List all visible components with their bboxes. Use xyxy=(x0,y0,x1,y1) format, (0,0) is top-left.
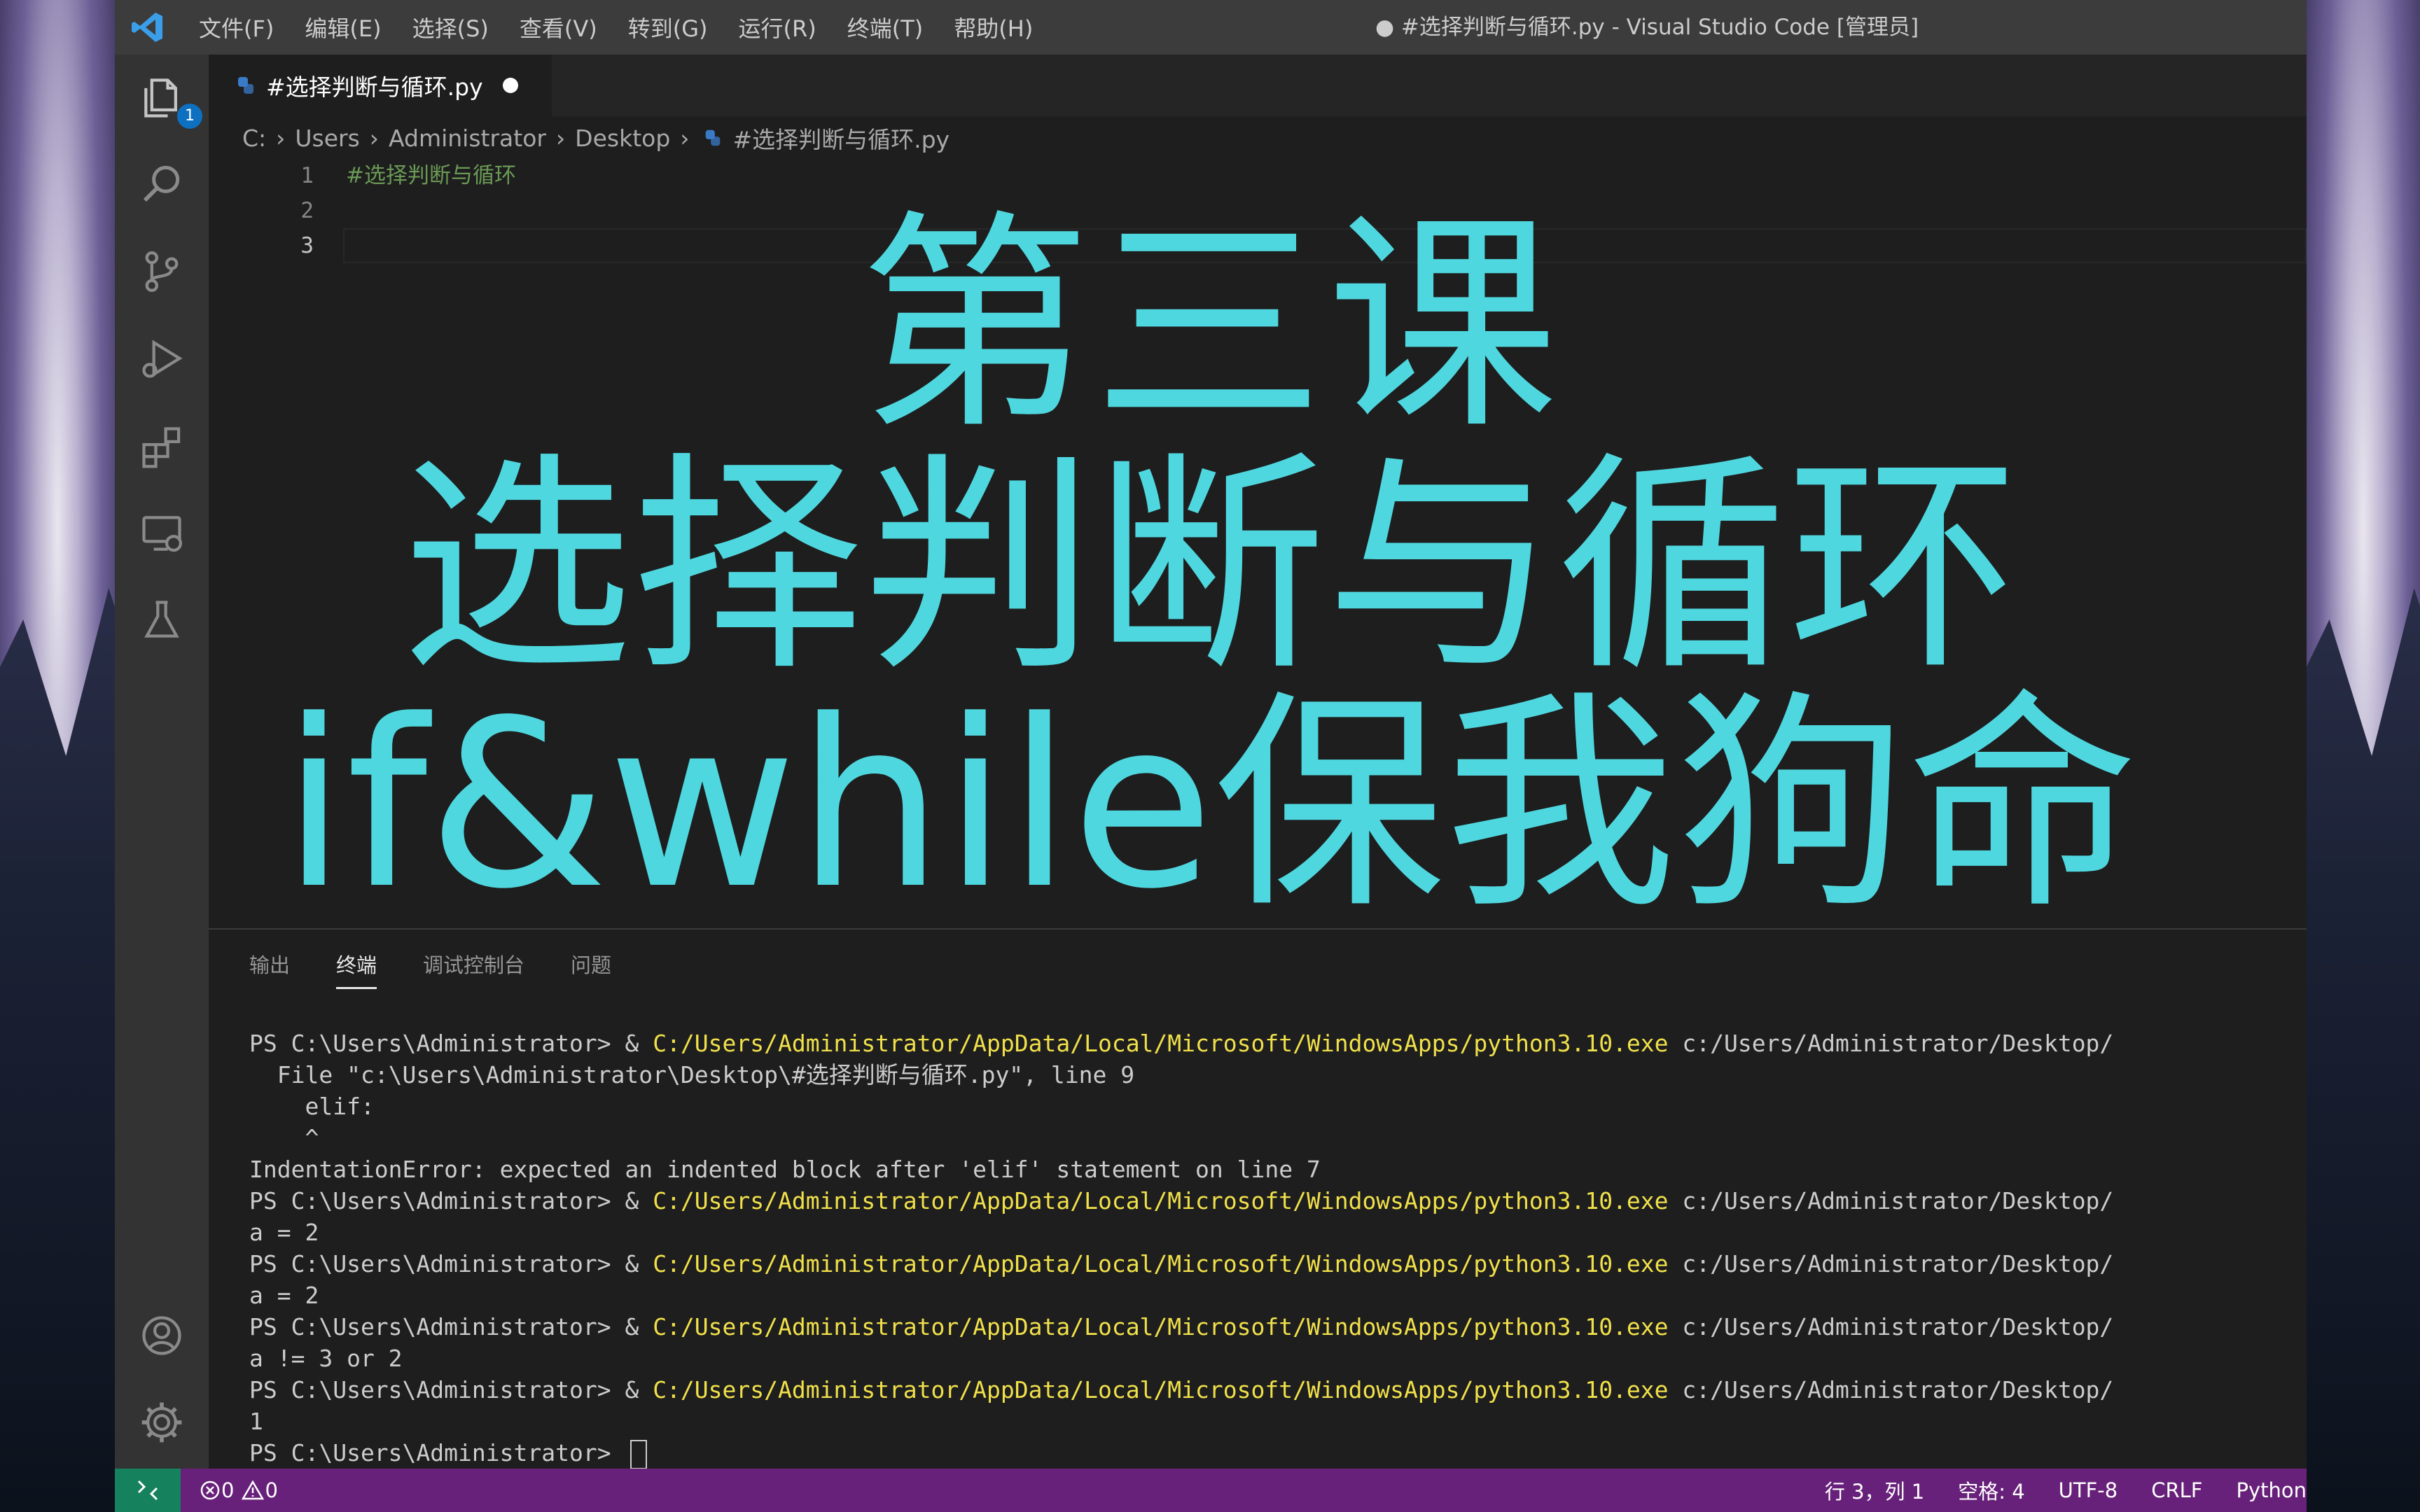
code-text[interactable]: #选择判断与循环 xyxy=(346,158,516,193)
breadcrumb: C: › Users › Administrator › Desktop › #… xyxy=(242,118,950,158)
terminal-line: File "c:\Users\Administrator\Desktop\#选择… xyxy=(249,1061,1135,1088)
terminal-output[interactable]: PS C:\Users\Administrator> & C:/Users/Ad… xyxy=(249,1028,2307,1469)
breadcrumb-item[interactable]: C: xyxy=(242,125,266,152)
terminal-command-line: PS C:\Users\Administrator> & C:/Users/Ad… xyxy=(249,1313,2114,1340)
python-file-icon xyxy=(238,77,253,94)
status-bar: 0 0 行 3，列 1 空格: 4 UTF-8 CRLF Python xyxy=(115,1469,2307,1512)
terminal-line: a != 3 or 2 xyxy=(249,1345,403,1372)
overlay-title-line2: 选择判断与循环 xyxy=(401,433,2019,701)
indentation[interactable]: 空格: 4 xyxy=(1958,1476,2024,1505)
tab-output[interactable]: 输出 xyxy=(249,949,290,989)
encoding[interactable]: UTF-8 xyxy=(2059,1478,2118,1502)
tab-filename: #选择判断与循环.py xyxy=(266,74,483,101)
breadcrumb-item[interactable]: Administrator xyxy=(389,125,546,152)
title-bar: 文件(F) 编辑(E) 选择(S) 查看(V) 转到(G) 运行(R) 终端(T… xyxy=(115,0,2307,55)
panel-tabs: 输出 终端 调试控制台 问题 xyxy=(249,949,658,989)
menu-bar: 文件(F) 编辑(E) 选择(S) 查看(V) 转到(G) 运行(R) 终端(T… xyxy=(199,0,1064,55)
terminal-line: 1 xyxy=(249,1408,263,1435)
menu-go[interactable]: 转到(G) xyxy=(628,11,708,43)
terminal-line: a = 2 xyxy=(249,1219,319,1246)
settings-button[interactable] xyxy=(132,1393,191,1452)
menu-selection[interactable]: 选择(S) xyxy=(412,11,489,43)
bottom-panel: 输出 终端 调试控制台 问题 PS C:\Users\Administrator… xyxy=(209,928,2307,1470)
tab-terminal[interactable]: 终端 xyxy=(336,949,377,989)
menu-run[interactable]: 运行(R) xyxy=(739,11,816,43)
language-mode[interactable]: Python xyxy=(2236,1478,2307,1502)
tab-problems[interactable]: 问题 xyxy=(571,949,611,989)
terminal-line: elif: xyxy=(249,1093,375,1120)
editor-tab-bar: #选择判断与循环.py xyxy=(209,55,2307,116)
error-icon xyxy=(200,1480,220,1500)
overlay-title-line3: if&while保我狗命 xyxy=(281,671,2139,939)
overlay-title-line1: 第三课 xyxy=(859,191,1561,460)
breadcrumb-item[interactable]: Desktop xyxy=(575,125,670,152)
tab-debug-console[interactable]: 调试控制台 xyxy=(423,949,524,989)
warning-icon xyxy=(242,1480,265,1500)
gear-icon xyxy=(141,1402,182,1443)
chevron-right-icon: › xyxy=(369,124,379,152)
search-button[interactable] xyxy=(132,154,191,213)
remote-icon xyxy=(137,1480,158,1501)
terminal-command-line: PS C:\Users\Administrator> & C:/Users/Ad… xyxy=(249,1376,2114,1404)
unsaved-dot-icon[interactable] xyxy=(502,78,518,93)
cursor-position[interactable]: 行 3，列 1 xyxy=(1825,1476,1924,1505)
breadcrumb-item[interactable]: Users xyxy=(295,125,359,152)
terminal-command-line: PS C:\Users\Administrator> & C:/Users/Ad… xyxy=(249,1030,2114,1057)
line-ending[interactable]: CRLF xyxy=(2151,1478,2202,1502)
error-count: 0 xyxy=(221,1478,235,1502)
terminal-cursor xyxy=(630,1439,648,1469)
terminal-command-line: PS C:\Users\Administrator> & C:/Users/Ad… xyxy=(249,1187,2114,1214)
menu-help[interactable]: 帮助(H) xyxy=(954,11,1033,43)
terminal-command-line: PS C:\Users\Administrator> & C:/Users/Ad… xyxy=(249,1250,2114,1278)
terminal-line: IndentationError: expected an indented b… xyxy=(249,1156,1321,1183)
menu-edit[interactable]: 编辑(E) xyxy=(305,11,381,43)
python-file-icon xyxy=(706,130,721,146)
search-icon xyxy=(143,165,180,202)
chevron-right-icon: › xyxy=(680,124,690,152)
terminal-line: a = 2 xyxy=(249,1282,319,1309)
explorer-button[interactable]: 1 xyxy=(132,69,202,129)
menu-file[interactable]: 文件(F) xyxy=(199,11,274,43)
explorer-badge: 1 xyxy=(177,104,202,129)
remote-button[interactable] xyxy=(115,1469,181,1512)
status-right: 行 3，列 1 空格: 4 UTF-8 CRLF Python xyxy=(1791,1469,2307,1512)
chevron-right-icon: › xyxy=(276,124,286,152)
code-line[interactable]: 1 #选择判断与循环 xyxy=(209,158,2307,193)
window-title: ● #选择判断与循环.py - Visual Studio Code [管理员] xyxy=(1375,15,1919,40)
vscode-logo-icon xyxy=(132,13,162,42)
line-number: 1 xyxy=(300,163,314,188)
chevron-right-icon: › xyxy=(555,124,566,152)
terminal-prompt-line[interactable]: PS C:\Users\Administrator> xyxy=(249,1437,2307,1469)
accounts-button[interactable] xyxy=(132,1306,191,1365)
menu-terminal[interactable]: 终端(T) xyxy=(847,11,924,43)
warning-count: 0 xyxy=(265,1478,278,1502)
editor-tab[interactable]: #选择判断与循环.py xyxy=(209,55,552,116)
account-icon xyxy=(142,1316,181,1355)
breadcrumb-item[interactable]: #选择判断与循环.py xyxy=(732,121,950,155)
menu-view[interactable]: 查看(V) xyxy=(520,11,597,43)
terminal-line: ^ xyxy=(249,1124,319,1152)
problems-status[interactable]: 0 0 xyxy=(199,1469,285,1512)
